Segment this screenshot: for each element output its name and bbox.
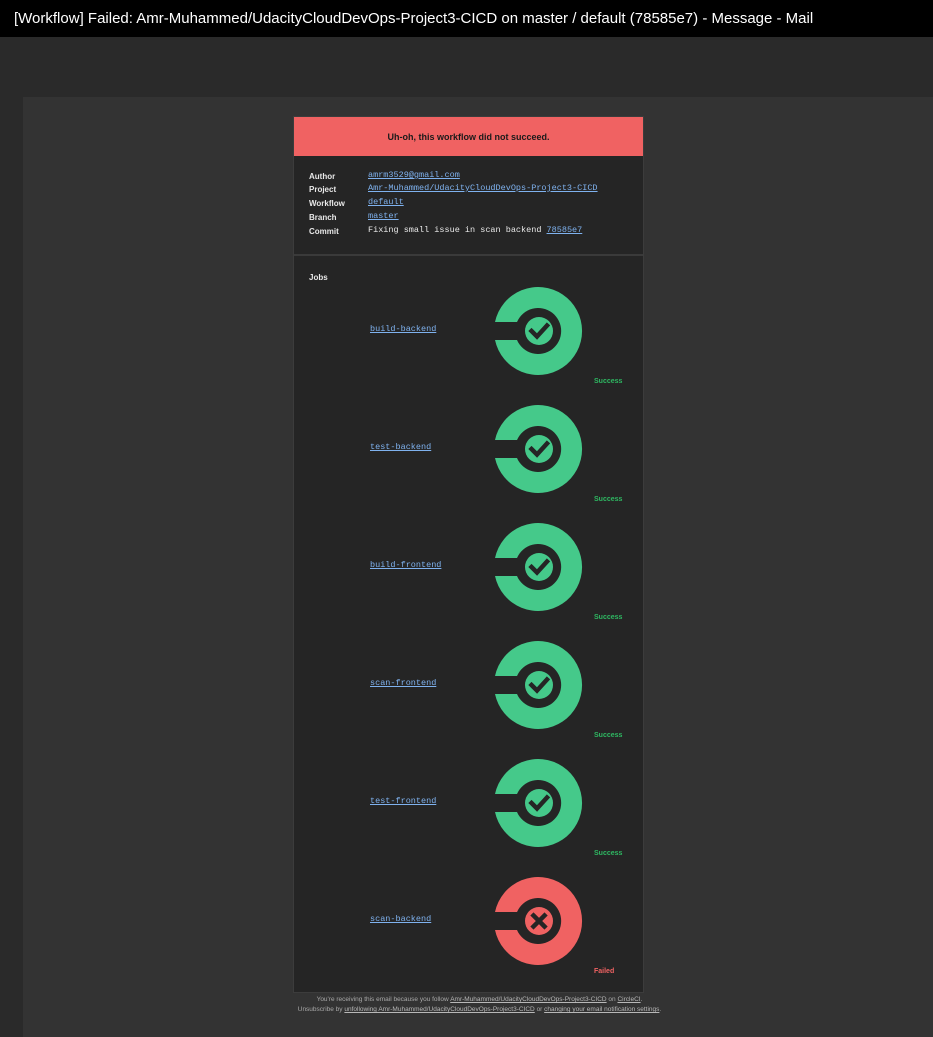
x-circle-icon [495, 877, 583, 965]
email-body: Uh-oh, this workflow did not succeed. Au… [293, 116, 644, 993]
window-title: [Workflow] Failed: Amr-Muhammed/UdacityC… [14, 10, 814, 27]
footer-text: You're receiving this email because you … [316, 996, 449, 1003]
workflow-link[interactable]: default [368, 197, 404, 207]
branch-link[interactable]: master [368, 211, 399, 221]
job-link-test-backend[interactable]: test-backend [370, 442, 431, 452]
job-status-test-backend: Success [594, 496, 623, 503]
job-status-scan-backend: Failed [594, 968, 615, 975]
project-link[interactable]: Amr-Muhammed/UdacityCloudDevOps-Project3… [368, 183, 598, 193]
job-link-test-frontend[interactable]: test-frontend [370, 796, 436, 806]
job-status-test-frontend: Success [594, 850, 623, 857]
status-banner: Uh-oh, this workflow did not succeed. [294, 117, 643, 156]
job-status-build-frontend: Success [594, 614, 623, 621]
footer-settings-link[interactable]: changing your email notification setting… [544, 1006, 659, 1013]
job-link-build-frontend[interactable]: build-frontend [370, 560, 441, 570]
job-link-scan-frontend[interactable]: scan-frontend [370, 678, 436, 688]
footer-text: on [608, 996, 616, 1003]
job-link-build-backend[interactable]: build-backend [370, 324, 436, 334]
commit-message: Fixing small issue in scan backend [368, 225, 542, 235]
footer-text: or [536, 1006, 543, 1013]
job-status-build-backend: Success [594, 378, 623, 385]
workflow-label: Workflow [309, 199, 345, 208]
footer-text: . [640, 996, 643, 1003]
branch-label: Branch [309, 213, 337, 222]
jobs-heading: Jobs [309, 273, 328, 282]
job-link-scan-backend[interactable]: scan-backend [370, 914, 431, 924]
check-circle-icon [495, 759, 583, 847]
job-status-scan-frontend: Success [594, 732, 623, 739]
section-divider [294, 254, 643, 256]
project-label: Project [309, 185, 337, 194]
commit-hash-link[interactable]: 78585e7 [547, 225, 583, 235]
footer-circleci-link[interactable]: CircleCI [617, 996, 640, 1003]
footer-line-unsubscribe: Unsubscribe by unfollowing Amr-Muhammed/… [293, 1005, 666, 1015]
commit-label: Commit [309, 227, 339, 236]
footer-project-link[interactable]: Amr-Muhammed/UdacityCloudDevOps-Project3… [450, 996, 606, 1003]
author-label: Author [309, 172, 336, 181]
check-circle-icon [495, 405, 583, 493]
check-circle-icon [495, 287, 583, 375]
window-title-bar: [Workflow] Failed: Amr-Muhammed/UdacityC… [0, 0, 933, 37]
author-link[interactable]: amrm3529@gmail.com [368, 170, 460, 180]
footer-text: . [659, 1006, 662, 1013]
footer-text: Unsubscribe by [297, 1006, 343, 1013]
check-circle-icon [495, 523, 583, 611]
footer-unfollow-link[interactable]: unfollowing Amr-Muhammed/UdacityCloudDev… [344, 1006, 534, 1013]
check-circle-icon [495, 641, 583, 729]
commit-value: Fixing small issue in scan backend 78585… [368, 225, 582, 235]
footer-line-follow: You're receiving this email because you … [293, 995, 666, 1005]
email-footer: You're receiving this email because you … [293, 995, 666, 1015]
